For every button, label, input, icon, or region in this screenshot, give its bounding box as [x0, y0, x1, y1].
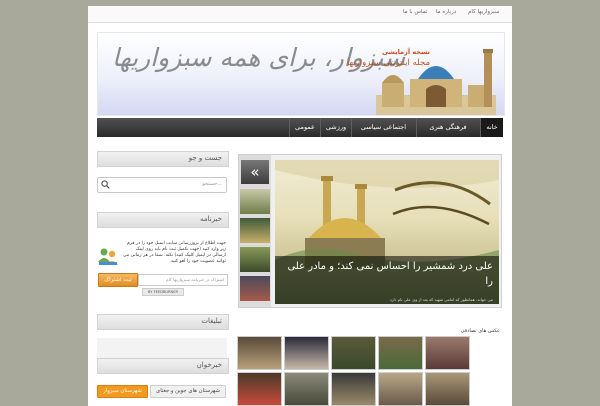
newsletter-description: جهت اطلاع از بروزرسانی سایت ایمیل خود را… — [123, 241, 226, 264]
slider-thumbnails: « — [239, 155, 271, 307]
gallery-photo[interactable] — [378, 336, 423, 370]
ads-area[interactable] — [97, 338, 227, 358]
site-banner[interactable]: سبزوار، برای همه سبزواریها نسخه آزمایشی … — [97, 32, 505, 116]
gallery-photo[interactable] — [237, 372, 282, 406]
nav-item-culture[interactable]: فرهنگی هنری — [417, 118, 479, 137]
nav-item-home[interactable]: خانه — [481, 118, 503, 137]
newsletter-widget-title: خبرنامه — [200, 215, 222, 223]
news-widget-header: خبرخوان — [97, 358, 229, 374]
nav-item-sports[interactable]: ورزشی — [321, 118, 351, 137]
page: سبزواریها کام درباره ما تماس با ما سبزوا… — [88, 6, 512, 406]
nav-item-social-political[interactable]: اجتماعی سیاسی — [352, 118, 415, 137]
topnav-link-about[interactable]: درباره ما — [436, 9, 456, 15]
news-widget-title: خبرخوان — [196, 361, 222, 369]
search-widget-title: جست و جو — [188, 154, 222, 162]
nav-separator — [416, 118, 417, 137]
newsletter-widget-header: خبرنامه — [97, 212, 229, 228]
gallery-photo[interactable] — [331, 372, 376, 406]
nav-separator — [320, 118, 321, 137]
newsletter-people-icon — [98, 248, 118, 265]
topnav-link-contact[interactable]: تماس با ما — [403, 9, 427, 15]
gallery-photo[interactable] — [331, 336, 376, 370]
gallery-photo[interactable] — [237, 336, 282, 370]
nav-separator — [351, 118, 352, 137]
slider-thumbnail[interactable] — [240, 218, 270, 243]
gallery-photo[interactable] — [378, 372, 423, 406]
main-navigation: خانه فرهنگی هنری اجتماعی سیاسی ورزشی عمو… — [97, 118, 503, 137]
gallery-photo[interactable] — [284, 372, 329, 406]
mosque-logo-icon — [376, 49, 496, 115]
slider-thumbnail[interactable] — [240, 247, 270, 272]
ads-widget-header: تبلیغات — [97, 314, 229, 330]
gallery-photo[interactable] — [284, 336, 329, 370]
newsletter-email-placeholder: اشتراک در خبرنامه سبزواریها کام — [166, 277, 224, 282]
slider-caption[interactable]: علی درد شمشیر را احساس نمی کند؛ و مادر ع… — [281, 259, 493, 289]
topnav-link-home[interactable]: سبزواریها کام — [468, 9, 499, 15]
tag-joveyn-joghatay[interactable]: شهرستان های جوین و جغتای — [150, 385, 226, 398]
search-icon[interactable] — [101, 180, 110, 189]
nav-item-general[interactable]: عمومی — [290, 118, 320, 137]
slider-next-arrow-icon[interactable]: « — [241, 160, 269, 184]
tag-sabzevar[interactable]: شهرستان سبزوار — [97, 385, 148, 398]
subscribe-button[interactable]: ثبت اشتراک — [98, 273, 138, 287]
slider-caption-excerpt: می خواند، همانطور که امامی شهید که بعد ا… — [389, 297, 493, 302]
slider-main-image[interactable]: علی درد شمشیر را احساس نمی کند؛ و مادر ع… — [275, 160, 499, 304]
gallery-title: عکس های تصادفی — [460, 328, 500, 334]
slider-thumbnail[interactable] — [240, 189, 270, 214]
ads-widget-title: تبلیغات — [201, 317, 222, 325]
search-placeholder: جستجو... — [202, 181, 222, 187]
feedburner-badge[interactable]: BY FEEDBURNER — [142, 288, 184, 296]
gallery-photo[interactable] — [425, 336, 470, 370]
search-input[interactable]: جستجو... — [97, 177, 227, 193]
gallery-photo[interactable] — [425, 372, 470, 406]
featured-slider: « علی درد شمشیر را احساس نمی کند؛ و مادر… — [238, 154, 502, 308]
top-navigation: سبزواریها کام درباره ما تماس با ما — [88, 6, 512, 23]
nav-separator — [480, 118, 481, 137]
search-widget-header: جست و جو — [97, 151, 229, 167]
nav-separator — [289, 118, 290, 137]
newsletter-email-input[interactable]: اشتراک در خبرنامه سبزواریها کام — [138, 274, 228, 286]
slider-thumbnail[interactable] — [240, 276, 270, 301]
